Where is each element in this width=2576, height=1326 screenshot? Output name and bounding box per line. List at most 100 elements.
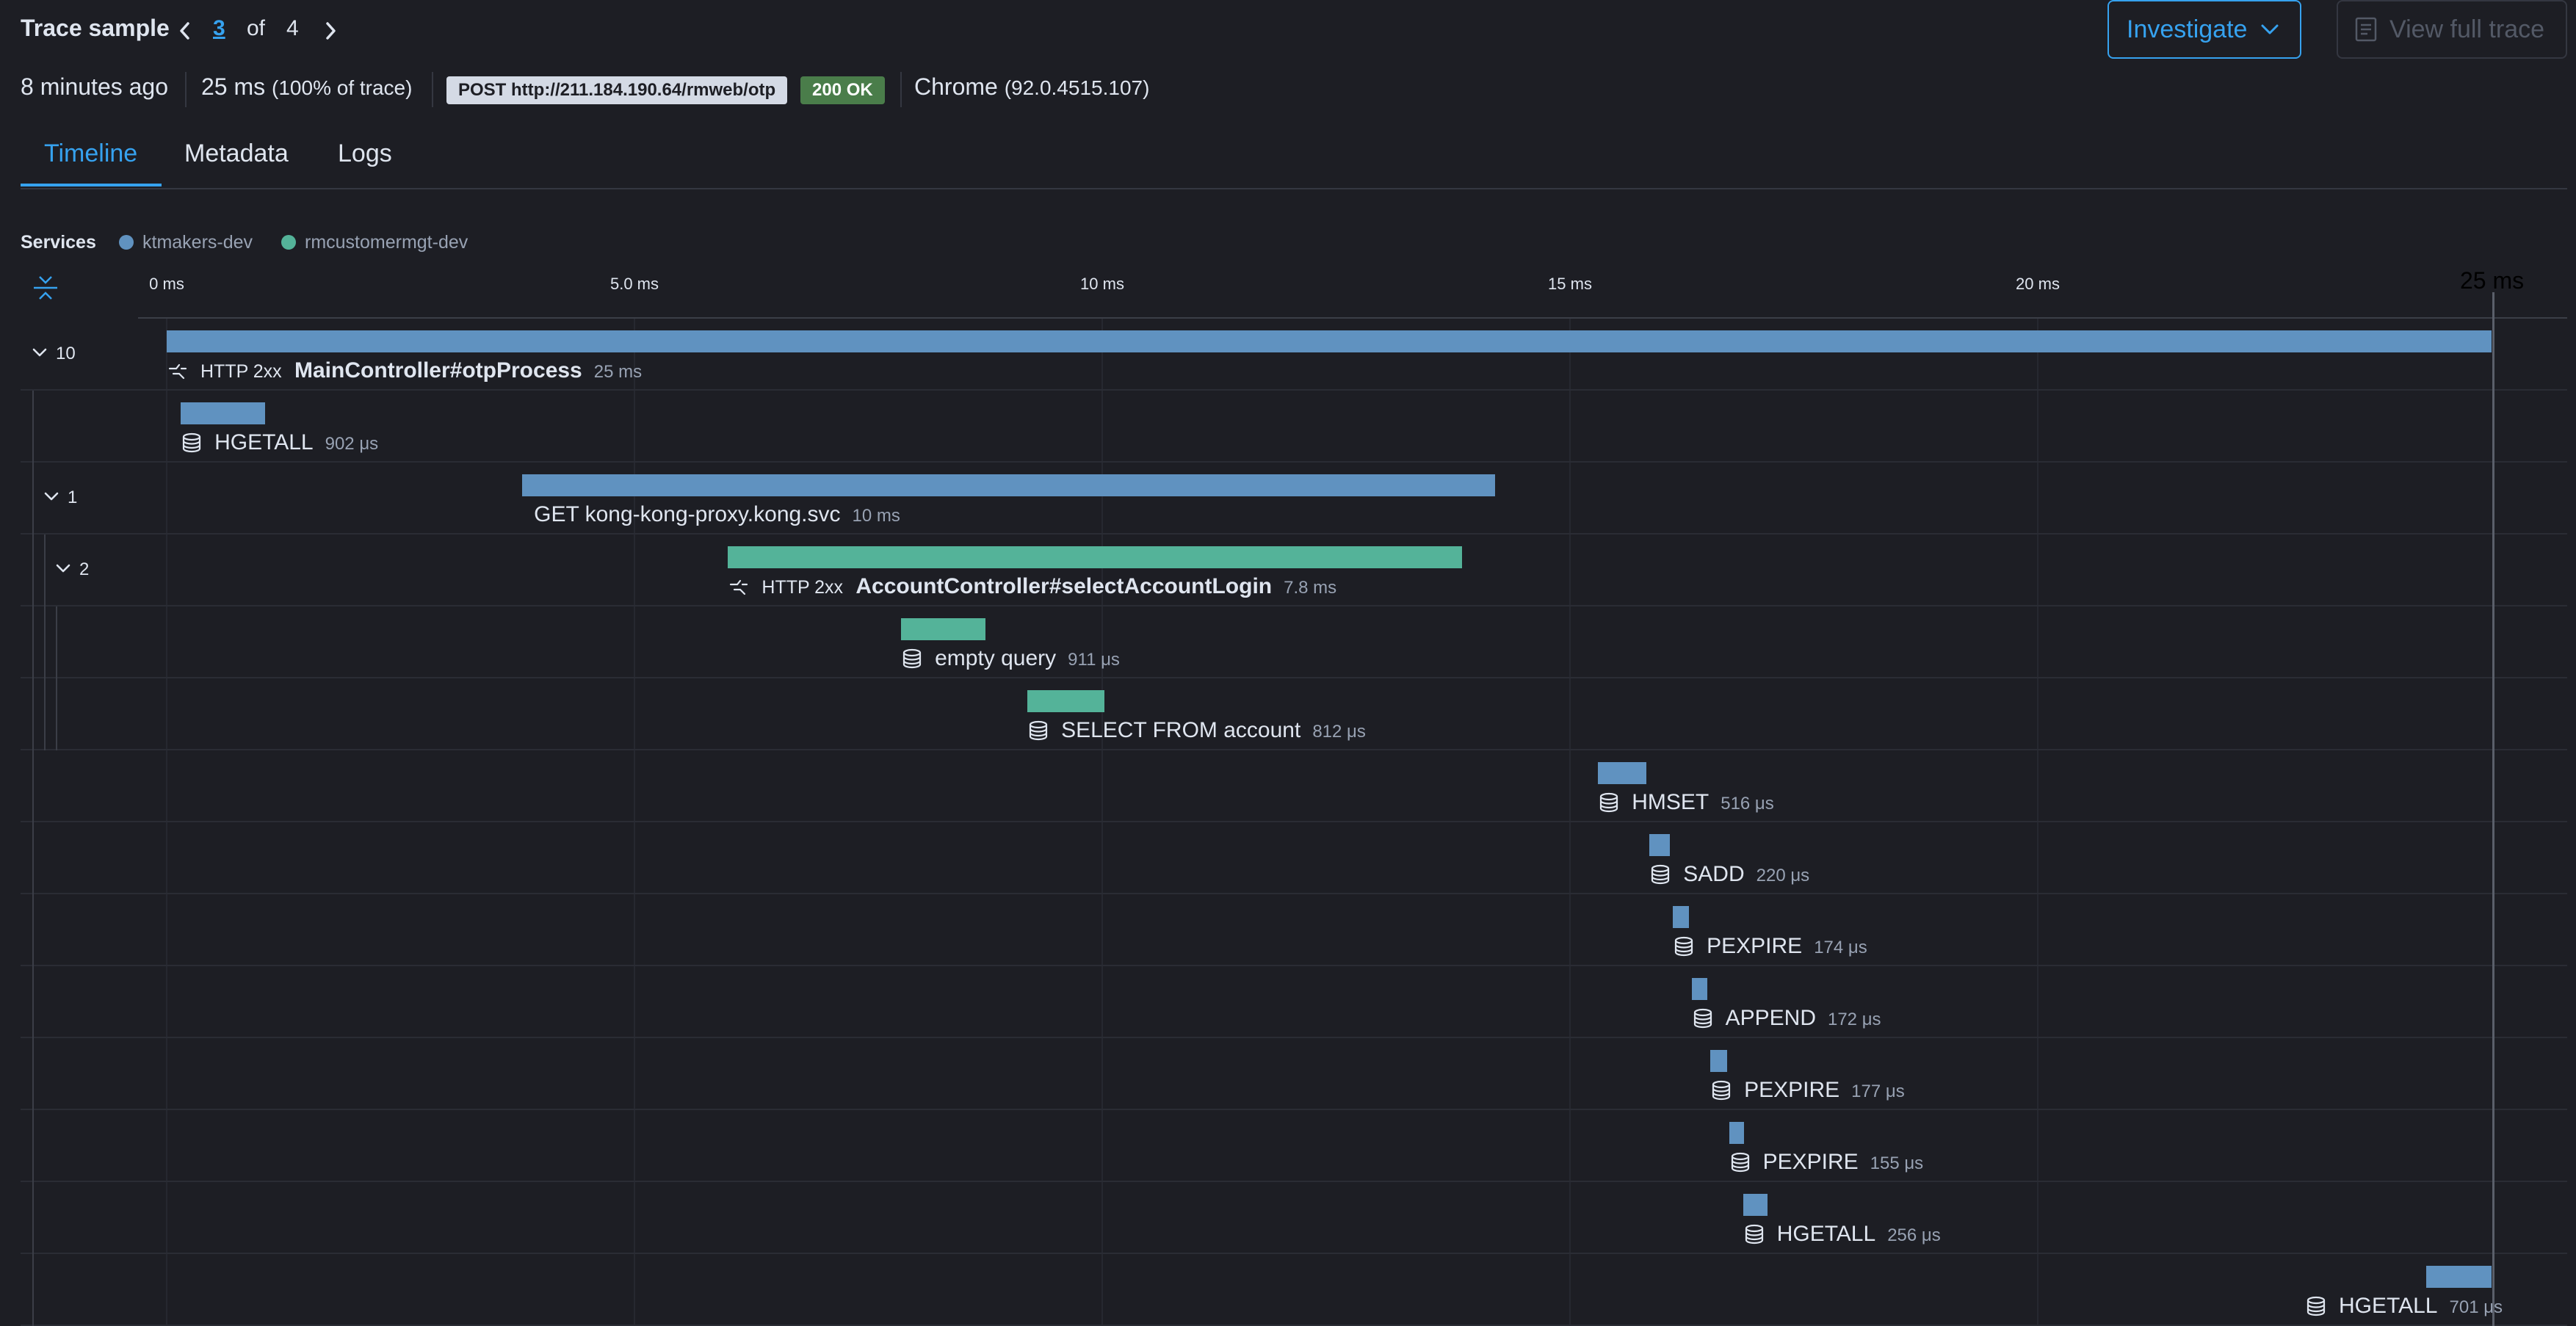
span-bar[interactable] bbox=[1649, 834, 1671, 856]
row-divider bbox=[21, 821, 2567, 822]
child-span-count: 10 bbox=[56, 344, 76, 363]
span-duration: 911 μs bbox=[1068, 650, 1120, 670]
span-name[interactable]: AccountController#selectAccountLogin bbox=[855, 574, 1272, 599]
database-icon bbox=[1673, 935, 1695, 957]
pagination-total: 4 bbox=[286, 16, 299, 40]
span-name[interactable]: APPEND bbox=[1726, 1006, 1816, 1031]
http-status-label: HTTP 2xx bbox=[200, 361, 282, 382]
span-duration: 812 μs bbox=[1312, 722, 1366, 742]
duration-percent: (100% of trace) bbox=[272, 76, 413, 99]
collapse-all-icon[interactable] bbox=[32, 275, 59, 301]
database-icon bbox=[1649, 863, 1671, 885]
tree-indent-line bbox=[32, 606, 34, 678]
database-icon bbox=[1692, 1007, 1714, 1029]
span-name[interactable]: SELECT FROM account bbox=[1061, 718, 1300, 743]
summary-divider bbox=[432, 72, 433, 107]
span-name[interactable]: HMSET bbox=[1632, 790, 1709, 815]
view-full-trace-label: View full trace bbox=[2389, 15, 2545, 43]
span-bar[interactable] bbox=[1729, 1122, 1744, 1144]
tree-indent-line bbox=[44, 606, 46, 678]
span-bar[interactable] bbox=[901, 618, 985, 640]
tree-indent-line bbox=[32, 678, 34, 750]
tree-indent-line bbox=[32, 1254, 34, 1326]
span-duration: 516 μs bbox=[1721, 794, 1774, 814]
database-icon bbox=[181, 432, 203, 454]
next-trace-chevron-icon[interactable] bbox=[322, 19, 339, 43]
collapse-toggle-chevron-down-icon[interactable] bbox=[31, 344, 48, 361]
status-badge: 200 OK bbox=[800, 76, 885, 104]
axis-tick-label: 10 ms bbox=[1080, 275, 1124, 293]
pagination-current[interactable]: 3 bbox=[213, 16, 225, 41]
span-name[interactable]: SADD bbox=[1683, 862, 1744, 887]
collapse-toggle-chevron-down-icon[interactable] bbox=[54, 559, 72, 577]
pagination-of: of bbox=[247, 16, 266, 40]
browser-version: (92.0.4515.107) bbox=[1004, 76, 1150, 99]
axis-tick-label: 0 ms bbox=[149, 275, 184, 293]
tree-indent-line bbox=[32, 894, 34, 966]
span-duration: 172 μs bbox=[1827, 1010, 1881, 1029]
tree-indent-line bbox=[44, 535, 46, 606]
span-bar[interactable] bbox=[522, 474, 1496, 496]
view-full-trace-button[interactable]: View full trace bbox=[2337, 0, 2567, 59]
span-duration: 25 ms bbox=[593, 362, 643, 382]
row-divider bbox=[21, 1037, 2567, 1038]
browser-name: Chrome bbox=[914, 73, 998, 100]
tab-metadata[interactable]: Metadata bbox=[184, 140, 289, 168]
legend-item-rmcustomermgt: rmcustomermgt-dev bbox=[305, 232, 468, 253]
span-name[interactable]: HGETALL bbox=[2339, 1294, 2438, 1319]
tab-timeline[interactable]: Timeline bbox=[44, 140, 137, 168]
user-agent: Chrome (92.0.4515.107) bbox=[914, 73, 1149, 101]
active-tab-indicator bbox=[21, 184, 162, 186]
collapse-toggle-chevron-down-icon[interactable] bbox=[43, 488, 60, 505]
tree-indent-line bbox=[32, 822, 34, 894]
row-divider bbox=[21, 1109, 2567, 1110]
row-divider bbox=[21, 533, 2567, 535]
database-icon bbox=[1027, 720, 1049, 742]
span-duration: 10 ms bbox=[852, 506, 900, 526]
span-name[interactable]: PEXPIRE bbox=[1707, 934, 1802, 959]
database-icon bbox=[1743, 1223, 1765, 1245]
chevron-down-icon bbox=[2261, 24, 2279, 35]
span-bar[interactable] bbox=[167, 330, 2492, 352]
span-duration: 256 μs bbox=[1887, 1225, 1941, 1245]
span-bar[interactable] bbox=[181, 402, 265, 424]
span-duration: 701 μs bbox=[2449, 1297, 2503, 1317]
row-divider bbox=[21, 965, 2567, 966]
span-bar[interactable] bbox=[1027, 690, 1104, 712]
span-duration: 902 μs bbox=[325, 434, 379, 454]
span-name[interactable]: HGETALL bbox=[214, 430, 314, 455]
tabs-divider bbox=[21, 188, 2567, 189]
row-divider bbox=[21, 1181, 2567, 1182]
tree-indent-line bbox=[32, 750, 34, 822]
investigate-label: Investigate bbox=[2127, 15, 2248, 43]
row-divider bbox=[21, 893, 2567, 894]
database-icon bbox=[901, 648, 923, 670]
span-name[interactable]: MainController#otpProcess bbox=[294, 358, 582, 383]
span-name[interactable]: GET kong-kong-proxy.kong.svc bbox=[534, 502, 840, 527]
span-name[interactable]: empty query bbox=[935, 646, 1056, 671]
axis-baseline bbox=[138, 317, 2567, 319]
span-bar[interactable] bbox=[1691, 978, 1708, 1000]
span-bar[interactable] bbox=[2425, 1266, 2492, 1288]
row-divider bbox=[21, 749, 2567, 750]
legend-dot-ktmakers bbox=[119, 235, 134, 250]
grid-line bbox=[166, 319, 167, 1326]
tab-logs[interactable]: Logs bbox=[338, 140, 392, 168]
span-name[interactable]: PEXPIRE bbox=[1763, 1150, 1859, 1175]
span-bar[interactable] bbox=[728, 546, 1463, 568]
span-bar[interactable] bbox=[1673, 906, 1689, 928]
child-span-count: 1 bbox=[68, 488, 78, 507]
span-name[interactable]: HGETALL bbox=[1777, 1222, 1876, 1247]
span-duration: 174 μs bbox=[1814, 938, 1867, 957]
grid-line bbox=[1569, 319, 1571, 1326]
investigate-button[interactable]: Investigate bbox=[2108, 0, 2301, 59]
grid-line bbox=[634, 319, 635, 1326]
summary-divider bbox=[185, 72, 187, 107]
span-name[interactable]: PEXPIRE bbox=[1744, 1078, 1839, 1103]
previous-trace-chevron-icon[interactable] bbox=[176, 19, 194, 43]
span-bar[interactable] bbox=[1710, 1050, 1728, 1072]
span-bar[interactable] bbox=[1743, 1194, 1768, 1216]
tree-indent-line bbox=[32, 1038, 34, 1110]
span-bar[interactable] bbox=[1598, 762, 1647, 784]
span-duration: 7.8 ms bbox=[1284, 578, 1337, 598]
